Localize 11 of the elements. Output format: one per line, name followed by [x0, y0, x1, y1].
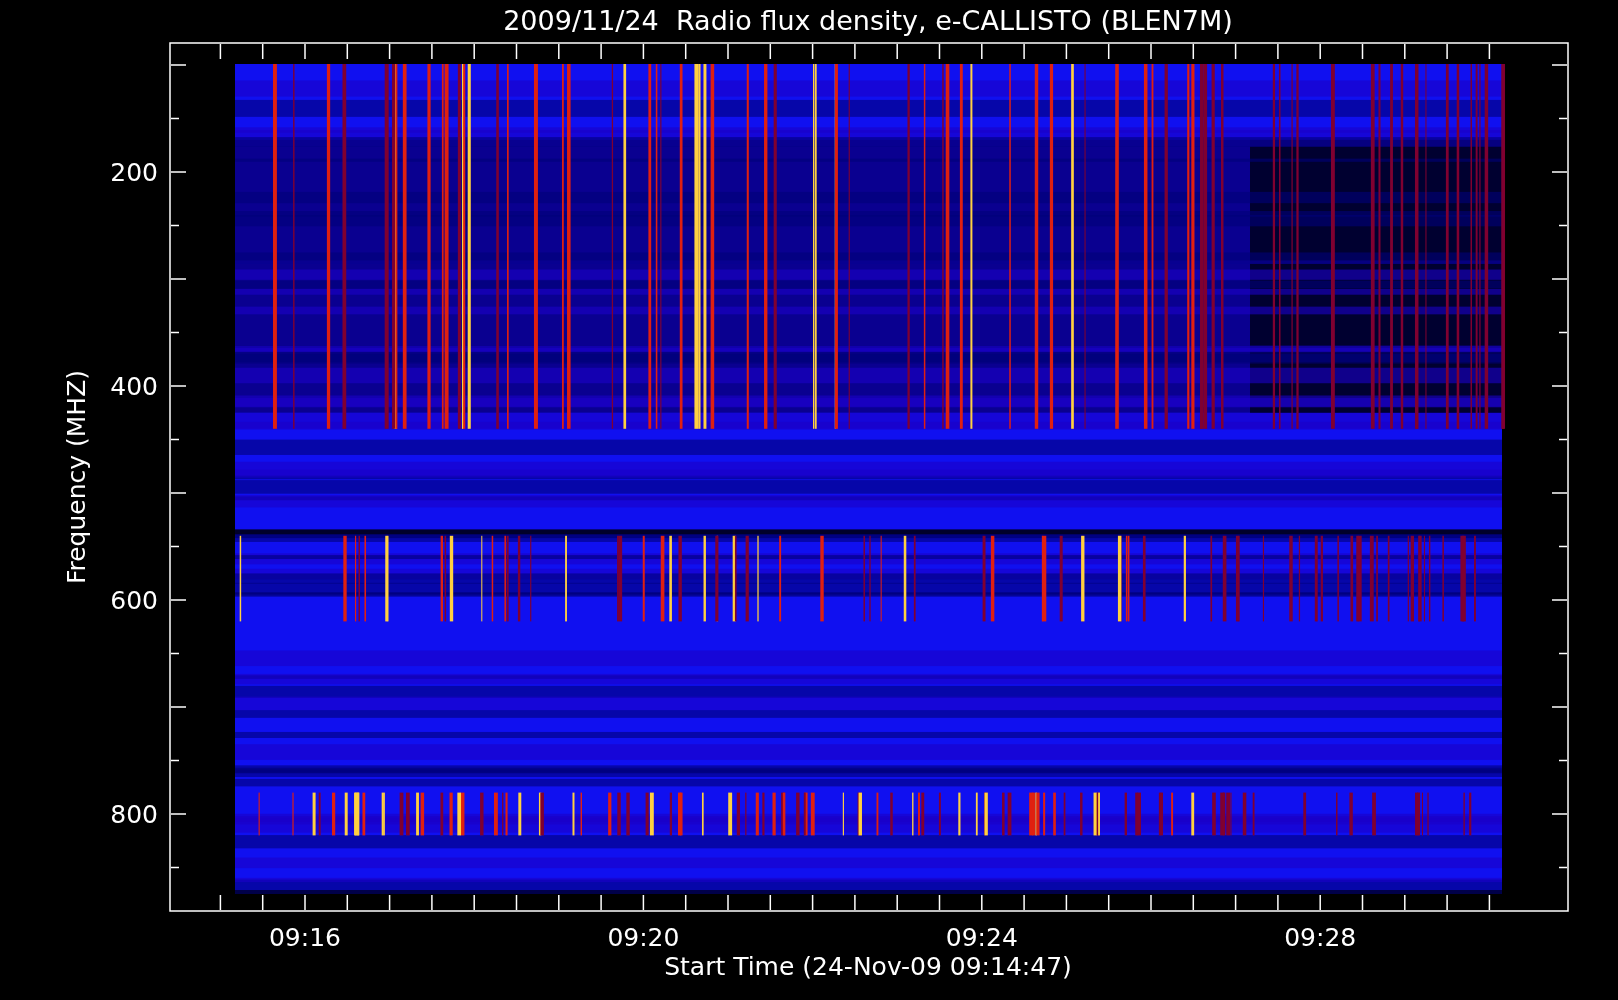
x-tick-label: 09:16: [269, 923, 341, 952]
y-tick-label: 600: [110, 586, 158, 615]
x-axis-title: Start Time (24-Nov-09 09:14:47): [664, 952, 1072, 981]
chart-title: 2009/11/24 Radio flux density, e-CALLISTO (BLEN7M): [503, 5, 1233, 36]
y-axis-title: Frequency (MHZ): [62, 369, 91, 585]
y-tick-label: 800: [110, 800, 158, 829]
x-tick-label: 09:28: [1284, 923, 1357, 952]
x-tick-label: 09:24: [945, 923, 1018, 952]
y-tick-label: 400: [110, 372, 158, 401]
y-tick-label: 200: [110, 158, 158, 187]
x-tick-label: 09:20: [607, 923, 680, 952]
